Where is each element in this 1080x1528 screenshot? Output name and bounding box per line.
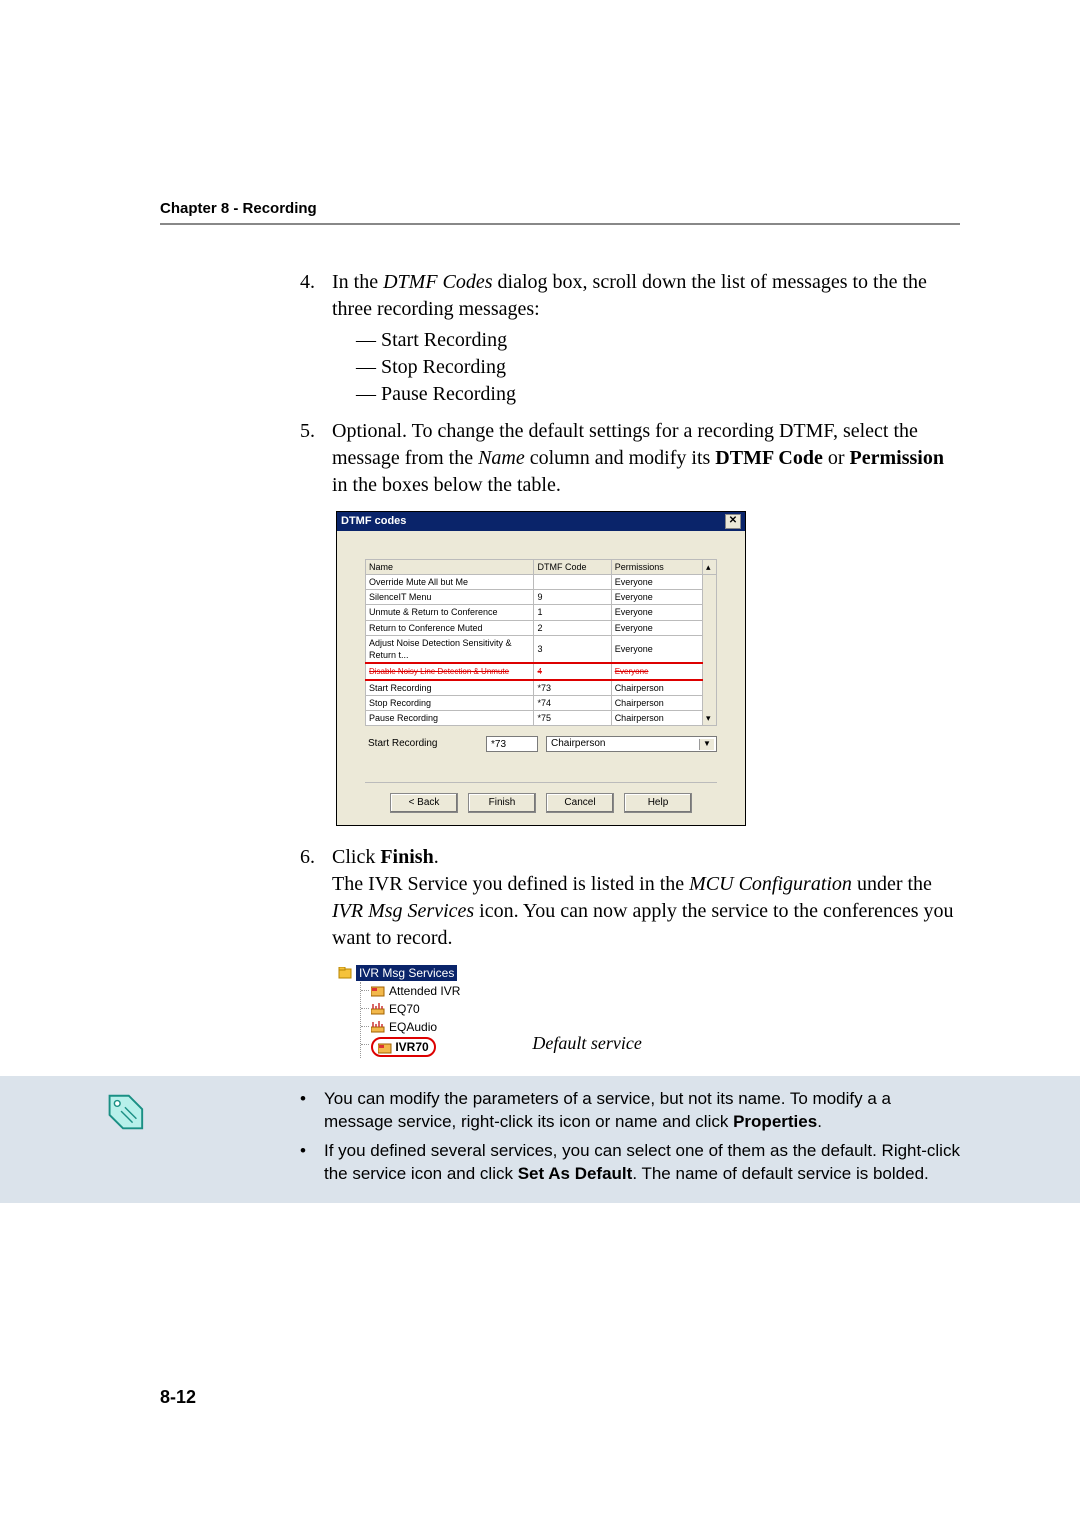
col-name[interactable]: Name [366, 560, 534, 575]
edit-name-label: Start Recording [365, 737, 478, 751]
text: . [434, 846, 439, 868]
table-row[interactable]: Override Mute All but MeEveryone▾ [366, 575, 717, 590]
table-row-highlighted[interactable]: Disable Noisy Line Detection & Unmute4Ev… [366, 663, 717, 680]
text: column and modify its [525, 447, 716, 469]
close-icon[interactable]: ✕ [725, 514, 741, 529]
default-service-caption: Default service [532, 1031, 641, 1055]
table-row[interactable]: SilenceIT Menu9Everyone [366, 590, 717, 605]
scroll-down-icon[interactable]: ▾ [702, 575, 716, 726]
scroll-up-icon[interactable]: ▴ [702, 560, 716, 575]
back-button[interactable]: < Back [390, 793, 458, 813]
permission-value: Chairperson [551, 737, 605, 751]
tree-root[interactable]: IVR Msg Services [336, 964, 462, 982]
text: under the [852, 873, 932, 895]
tree-node[interactable]: EQAudio [369, 1018, 462, 1036]
properties-bold: Properties [733, 1112, 817, 1131]
eq-icon [371, 1003, 385, 1015]
sublist-item: Start Recording [356, 327, 960, 354]
help-button[interactable]: Help [624, 793, 692, 813]
dtmf-dialog-figure: DTMF codes ✕ Name DTMF Code Permissions … [336, 511, 746, 826]
table-row[interactable]: Unmute & Return to Conference1Everyone [366, 605, 717, 620]
step-4: 4. In the DTMF Codes dialog box, scroll … [300, 269, 960, 412]
dtmf-code-bold: DTMF Code [715, 447, 823, 469]
text: . The name of default service is bolded. [632, 1164, 928, 1183]
folder-icon [338, 967, 352, 979]
text: Click [332, 846, 380, 868]
text: in the boxes below the table. [332, 474, 561, 496]
step-number: 5. [300, 418, 332, 499]
tree-node-default[interactable]: IVR70 [369, 1036, 462, 1058]
note-bullet: If you defined several services, you can… [300, 1140, 960, 1186]
table-row[interactable]: Stop Recording*74Chairperson [366, 695, 717, 710]
chevron-down-icon[interactable]: ▼ [699, 739, 714, 750]
dtmf-codes-italic: DTMF Codes [383, 271, 492, 293]
service-tree-figure: IVR Msg Services Attended IVR EQ70 [336, 964, 960, 1058]
step-6: 6. Click Finish. The IVR Service you def… [300, 844, 960, 952]
tree-node[interactable]: Attended IVR [369, 982, 462, 1000]
tree-label: Attended IVR [389, 983, 460, 999]
table-row[interactable]: Adjust Noise Detection Sensitivity & Ret… [366, 635, 717, 663]
set-default-bold: Set As Default [518, 1164, 633, 1183]
step-number: 6. [300, 844, 332, 952]
sublist-item: Stop Recording [356, 354, 960, 381]
permission-bold: Permission [850, 447, 944, 469]
col-code[interactable]: DTMF Code [534, 560, 611, 575]
page-number: 8-12 [160, 1387, 196, 1408]
mcu-config-italic: MCU Configuration [689, 873, 852, 895]
tree-label: EQ70 [389, 1001, 420, 1017]
name-italic: Name [478, 447, 525, 469]
eq-icon [371, 1021, 385, 1033]
table-row[interactable]: Pause Recording*75Chairperson [366, 711, 717, 726]
tree-label: IVR Msg Services [356, 965, 457, 981]
note-tag-icon [100, 1090, 146, 1136]
text: In the [332, 271, 383, 293]
tree-label: IVR70 [395, 1040, 428, 1054]
finish-button[interactable]: Finish [468, 793, 536, 813]
dialog-title: DTMF codes [341, 514, 406, 529]
step-5: 5. Optional. To change the default setti… [300, 418, 960, 499]
ivr-msg-italic: IVR Msg Services [332, 900, 474, 922]
chapter-title: Chapter 8 - Recording [160, 200, 960, 217]
note-bullet: You can modify the parameters of a servi… [300, 1088, 960, 1134]
table-row[interactable]: Start Recording*73Chairperson [366, 680, 717, 696]
service-icon [371, 985, 385, 997]
dtmf-table[interactable]: Name DTMF Code Permissions ▴ Override Mu… [365, 559, 717, 726]
finish-bold: Finish [380, 846, 433, 868]
tree-label: EQAudio [389, 1019, 437, 1035]
sublist-item: Pause Recording [356, 381, 960, 408]
col-perm[interactable]: Permissions [611, 560, 702, 575]
header-rule [160, 223, 960, 225]
text: . [817, 1112, 822, 1131]
text: or [823, 447, 850, 469]
text: The IVR Service you defined is listed in… [332, 873, 689, 895]
recording-sublist: Start Recording Stop Recording Pause Rec… [356, 327, 960, 408]
cancel-button[interactable]: Cancel [546, 793, 614, 813]
dtmf-code-input[interactable] [486, 736, 538, 752]
step-number: 4. [300, 269, 332, 412]
note-box: You can modify the parameters of a servi… [0, 1076, 1080, 1204]
permission-select[interactable]: Chairperson ▼ [546, 736, 717, 752]
service-icon [378, 1042, 392, 1054]
tree-node[interactable]: EQ70 [369, 1000, 462, 1018]
table-row[interactable]: Return to Conference Muted2Everyone [366, 620, 717, 635]
